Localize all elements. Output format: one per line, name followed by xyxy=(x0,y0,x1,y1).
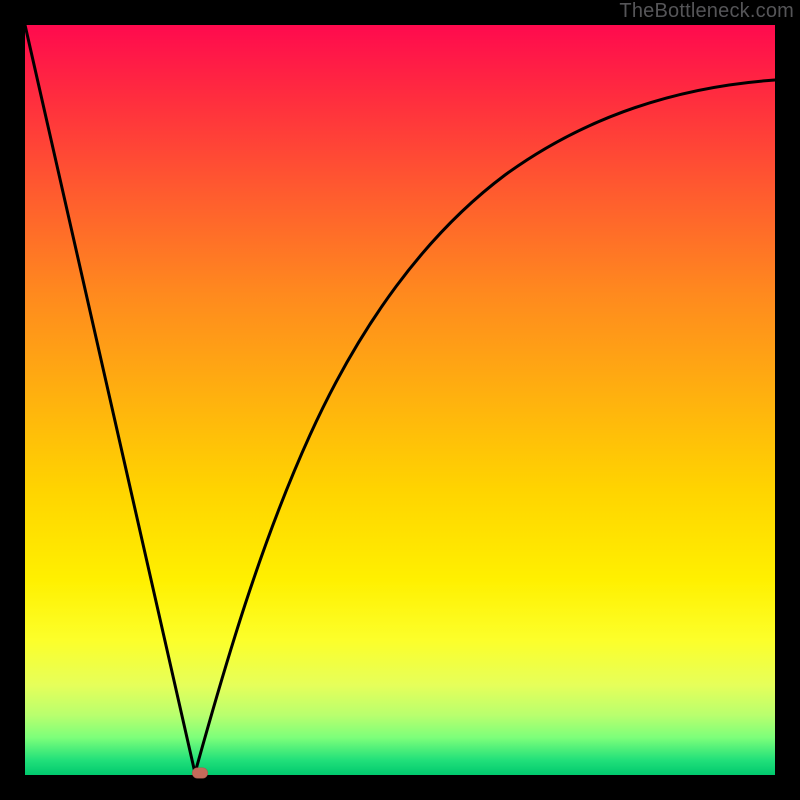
watermark-text: TheBottleneck.com xyxy=(619,0,794,23)
optimum-marker xyxy=(192,768,208,779)
chart-frame: TheBottleneck.com xyxy=(0,0,800,800)
plot-area xyxy=(25,25,775,775)
curve-svg xyxy=(25,25,775,775)
bottleneck-curve xyxy=(25,25,775,773)
